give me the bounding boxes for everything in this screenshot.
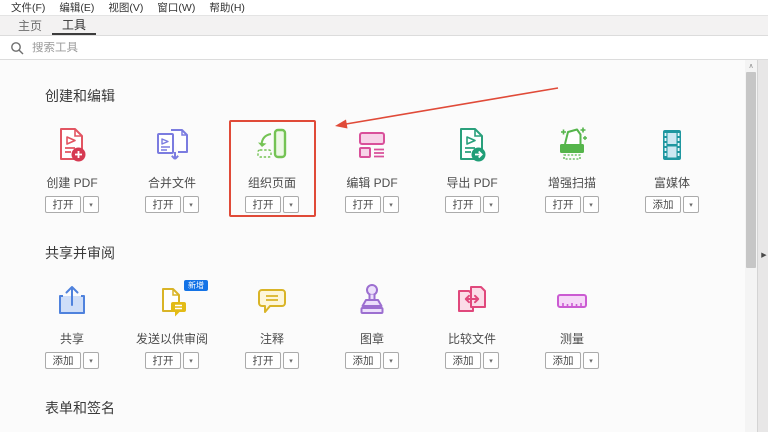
dropdown-button[interactable]: ▾ bbox=[483, 352, 499, 369]
tool-label: 图章 bbox=[359, 332, 384, 346]
rich-media-icon bbox=[663, 130, 681, 160]
search-icon bbox=[11, 42, 24, 55]
search-bar bbox=[0, 37, 768, 60]
dropdown-button[interactable]: ▾ bbox=[283, 352, 299, 369]
enhance-scans-icon bbox=[560, 127, 587, 160]
tool-label: 组织页面 bbox=[247, 176, 296, 190]
create-pdf-icon bbox=[60, 128, 86, 162]
dropdown-button[interactable]: ▾ bbox=[183, 196, 199, 213]
vertical-scrollbar[interactable]: ∧ bbox=[745, 60, 757, 432]
tool-label: 合并文件 bbox=[147, 176, 196, 190]
add-button[interactable]: 添加 bbox=[545, 352, 581, 369]
edit-pdf-icon bbox=[359, 132, 385, 158]
tool-label: 共享 bbox=[59, 332, 84, 346]
tool-card-edit-pdf[interactable]: 编辑 PDF 打开 ▾ bbox=[322, 118, 422, 213]
dropdown-button[interactable]: ▾ bbox=[383, 196, 399, 213]
right-panel-strip: ▶ bbox=[757, 60, 768, 432]
add-button[interactable]: 添加 bbox=[345, 352, 381, 369]
scrollbar-up-arrow-icon[interactable]: ∧ bbox=[745, 60, 757, 72]
organize-pages-icon bbox=[257, 128, 287, 159]
tool-card-stamp[interactable]: 图章 添加 ▾ bbox=[322, 274, 422, 369]
tool-card-share[interactable]: 共享 添加 ▾ bbox=[22, 274, 122, 369]
menu-item-window[interactable]: 窗口(W) bbox=[150, 0, 202, 15]
tab-home[interactable]: 主页 bbox=[8, 16, 52, 35]
open-button[interactable]: 打开 bbox=[145, 352, 181, 369]
tool-label: 比较文件 bbox=[447, 332, 496, 346]
add-button[interactable]: 添加 bbox=[45, 352, 81, 369]
menu-item-file[interactable]: 文件(F) bbox=[4, 0, 52, 15]
panel-expand-arrow-icon[interactable]: ▶ bbox=[759, 248, 768, 262]
measure-icon bbox=[557, 294, 587, 308]
dropdown-button[interactable]: ▾ bbox=[683, 196, 699, 213]
comment-icon bbox=[258, 289, 286, 313]
dropdown-button[interactable]: ▾ bbox=[583, 196, 599, 213]
tab-bar: 主页 工具 bbox=[0, 15, 768, 36]
tool-card-export-pdf[interactable]: 导出 PDF 打开 ▾ bbox=[422, 118, 522, 213]
dropdown-button[interactable]: ▾ bbox=[383, 352, 399, 369]
open-button[interactable]: 打开 bbox=[45, 196, 81, 213]
open-button[interactable]: 打开 bbox=[445, 196, 481, 213]
section-title-forms-signatures: 表单和签名 bbox=[45, 400, 115, 416]
tool-label: 编辑 PDF bbox=[346, 176, 398, 190]
tool-label: 注释 bbox=[259, 332, 284, 346]
tool-card-create-pdf[interactable]: 创建 PDF 打开 ▾ bbox=[22, 118, 122, 213]
tool-label: 发送以供审阅 bbox=[135, 332, 208, 346]
tool-label: 富媒体 bbox=[653, 176, 690, 190]
compare-files-icon bbox=[458, 286, 486, 312]
dropdown-button[interactable]: ▾ bbox=[83, 196, 99, 213]
tool-card-enhance-scans[interactable]: 增强扫描 打开 ▾ bbox=[522, 118, 622, 213]
menu-item-view[interactable]: 视图(V) bbox=[101, 0, 150, 15]
tool-label: 增强扫描 bbox=[547, 176, 596, 190]
tool-card-send-for-review[interactable]: 新增 发送以供审阅 打开 ▾ bbox=[122, 274, 222, 369]
open-button[interactable]: 打开 bbox=[545, 196, 581, 213]
tool-card-organize-pages[interactable]: 组织页面 打开 ▾ bbox=[222, 118, 322, 213]
open-button[interactable]: 打开 bbox=[345, 196, 381, 213]
tool-card-measure[interactable]: 测量 添加 ▾ bbox=[522, 274, 622, 369]
new-badge: 新增 bbox=[184, 280, 208, 291]
add-button[interactable]: 添加 bbox=[445, 352, 481, 369]
tab-tools[interactable]: 工具 bbox=[52, 16, 97, 35]
open-button[interactable]: 打开 bbox=[245, 352, 281, 369]
dropdown-button[interactable]: ▾ bbox=[83, 352, 99, 369]
dropdown-button[interactable]: ▾ bbox=[583, 352, 599, 369]
section-title-share-review: 共享并审阅 bbox=[45, 245, 115, 261]
tool-label: 导出 PDF bbox=[446, 176, 498, 190]
dropdown-button[interactable]: ▾ bbox=[283, 196, 299, 213]
tool-card-combine-files[interactable]: 合并文件 打开 ▾ bbox=[122, 118, 222, 213]
stamp-icon bbox=[360, 284, 384, 314]
tool-label: 创建 PDF bbox=[46, 176, 98, 190]
dropdown-button[interactable]: ▾ bbox=[483, 196, 499, 213]
menu-item-edit[interactable]: 编辑(E) bbox=[52, 0, 101, 15]
open-button[interactable]: 打开 bbox=[245, 196, 281, 213]
share-icon bbox=[59, 286, 85, 314]
tool-card-compare-files[interactable]: 比较文件 添加 ▾ bbox=[422, 274, 522, 369]
tool-card-rich-media[interactable]: 富媒体 添加 ▾ bbox=[622, 118, 722, 213]
tool-card-comment[interactable]: 注释 打开 ▾ bbox=[222, 274, 322, 369]
menu-bar: 文件(F) 编辑(E) 视图(V) 窗口(W) 帮助(H) bbox=[0, 0, 768, 15]
section-title-create-edit: 创建和编辑 bbox=[45, 88, 115, 104]
export-pdf-icon bbox=[460, 128, 486, 162]
open-button[interactable]: 打开 bbox=[145, 196, 181, 213]
search-input[interactable] bbox=[32, 42, 332, 54]
tool-row-create-edit: 创建 PDF 打开 ▾ 合并文件 打开 ▾ 组织页面 打开 ▾ 编辑 PDF 打… bbox=[22, 118, 722, 213]
scrollbar-thumb[interactable] bbox=[746, 72, 756, 268]
combine-files-icon bbox=[157, 129, 188, 160]
tool-row-share-review: 共享 添加 ▾ 新增 发送以供审阅 打开 ▾ 注释 打开 ▾ 图章 添加 ▾ 比… bbox=[22, 274, 622, 369]
add-button[interactable]: 添加 bbox=[645, 196, 681, 213]
menu-item-help[interactable]: 帮助(H) bbox=[202, 0, 252, 15]
tools-page: 创建和编辑 创建 PDF 打开 ▾ 合并文件 打开 ▾ 组织页面 打开 ▾ 编辑… bbox=[0, 60, 768, 432]
dropdown-button[interactable]: ▾ bbox=[183, 352, 199, 369]
tool-label: 测量 bbox=[559, 332, 584, 346]
